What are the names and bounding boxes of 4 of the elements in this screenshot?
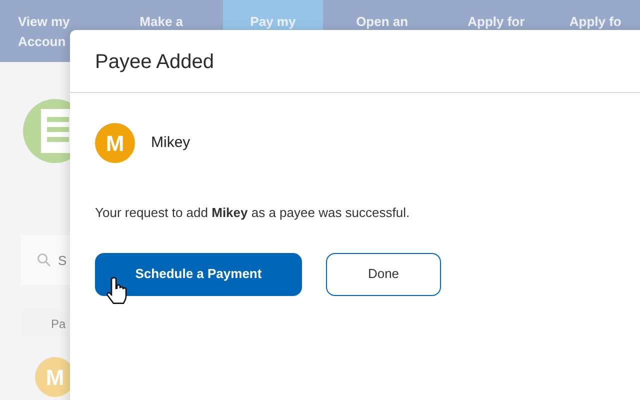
success-message: Your request to add Mikey as a payee was successful.	[95, 204, 411, 222]
payee-avatar: M	[95, 123, 135, 163]
payee-name: Mikey	[151, 132, 190, 153]
dialog-title: Payee Added	[95, 51, 214, 73]
